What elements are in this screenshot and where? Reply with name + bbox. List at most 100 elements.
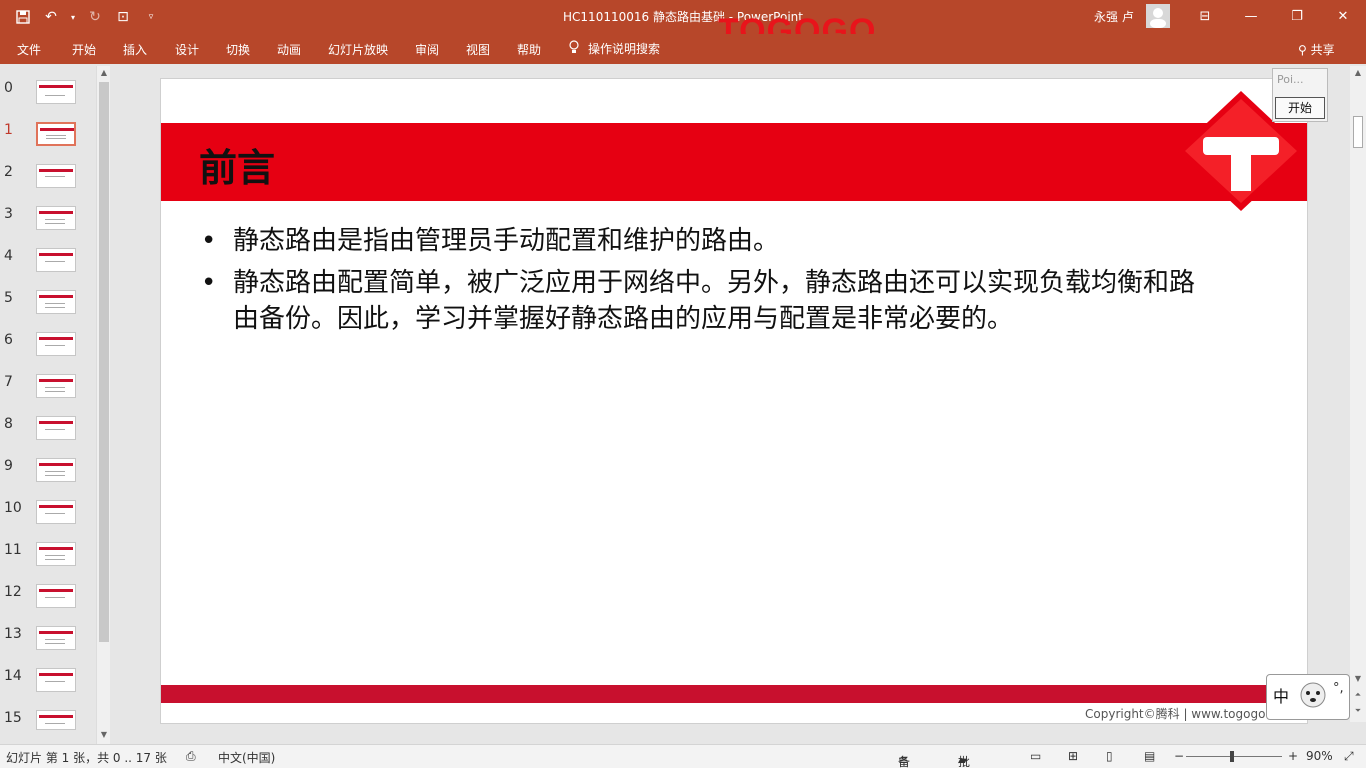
thumbnail-9[interactable]: 9 [0, 458, 96, 500]
ime-status-widget[interactable]: 中 °, [1266, 674, 1350, 720]
ribbon-display-options-icon[interactable]: ⊟ [1182, 0, 1228, 32]
next-slide-icon[interactable]: ⏷ [1351, 704, 1365, 718]
tab-view[interactable]: 视图 [466, 41, 490, 58]
scroll-thumb[interactable] [1353, 116, 1363, 148]
user-name[interactable]: 永强 卢 [1094, 8, 1134, 25]
person-icon: ⚲ [1298, 43, 1307, 57]
redo-icon[interactable]: ↻ [84, 6, 106, 28]
thumbnail-image[interactable] [36, 584, 76, 608]
tab-animations[interactable]: 动画 [277, 41, 301, 58]
start-button[interactable]: 开始 [1275, 97, 1325, 119]
tab-help[interactable]: 帮助 [517, 41, 541, 58]
tab-review[interactable]: 审阅 [415, 41, 439, 58]
reading-view-icon[interactable]: ▯ [1106, 749, 1113, 763]
ime-punctuation[interactable]: °, [1333, 681, 1344, 696]
slide-title[interactable]: 前言 [199, 137, 275, 192]
thumbnail-1[interactable]: 1 [0, 122, 96, 164]
thumbnail-13[interactable]: 13 [0, 626, 96, 668]
thumbnail-11[interactable]: 11 [0, 542, 96, 584]
thumbnail-number: 7 [4, 374, 13, 390]
window-controls: ⊟ — ❐ ✕ [1182, 0, 1366, 32]
scroll-down-icon[interactable]: ▼ [1351, 672, 1365, 686]
tell-me-search[interactable]: 操作说明搜索 [568, 40, 660, 57]
normal-view-icon[interactable]: ▭ [1030, 749, 1041, 763]
thumbnail-image[interactable] [36, 500, 76, 524]
slide-canvas[interactable]: 前言 静态路由是指由管理员手动配置和维护的路由。 静态路由配置简单，被广泛应用于… [160, 78, 1308, 724]
thumbnail-image[interactable] [36, 416, 76, 440]
slideshow-icon[interactable]: ▤ [1144, 749, 1155, 763]
thumbnail-8[interactable]: 8 [0, 416, 96, 458]
thumbnail-6[interactable]: 6 [0, 332, 96, 374]
thumbnail-image[interactable] [36, 290, 76, 314]
save-icon[interactable] [12, 6, 34, 28]
thumbnail-image[interactable] [36, 164, 76, 188]
thumbnail-image[interactable] [36, 80, 76, 104]
thumbnail-3[interactable]: 3 [0, 206, 96, 248]
tab-home[interactable]: 开始 [72, 41, 96, 58]
previous-slide-icon[interactable]: ⏶ [1351, 688, 1365, 702]
thumbnail-2[interactable]: 2 [0, 164, 96, 206]
zoom-out-icon[interactable]: − [1174, 749, 1184, 763]
thumbnail-number: 15 [4, 710, 22, 726]
thumbnail-image[interactable] [36, 458, 76, 482]
present-from-start-icon[interactable]: ⊡ [112, 6, 134, 28]
tab-transitions[interactable]: 切换 [226, 41, 250, 58]
undo-icon[interactable]: ↶ [40, 6, 62, 28]
notes-label: 备注 [898, 755, 911, 768]
popup-field[interactable]: Poi... [1277, 73, 1304, 86]
thumbnail-10[interactable]: 10 [0, 500, 96, 542]
scroll-up-icon[interactable]: ▲ [1351, 66, 1365, 80]
thumbnail-image[interactable] [36, 710, 76, 730]
thumbnail-image[interactable] [36, 626, 76, 650]
bullet-item: 静态路由配置简单，被广泛应用于网络中。另外，静态路由还可以实现负载均衡和路由备份… [201, 265, 1211, 337]
thumbnail-0[interactable]: 0 [0, 80, 96, 122]
zoom-slider[interactable] [1186, 756, 1282, 757]
thumbnail-number: 2 [4, 164, 13, 180]
avatar[interactable] [1146, 4, 1170, 28]
tab-file[interactable]: 文件 [17, 41, 41, 58]
minimize-icon[interactable]: — [1228, 0, 1274, 32]
zoom-level[interactable]: 90% [1306, 749, 1333, 763]
scroll-down-icon[interactable]: ▼ [97, 728, 111, 742]
thumbnail-image[interactable] [36, 248, 76, 272]
language-indicator[interactable]: 中文(中国) [218, 749, 275, 766]
thumbnail-scrollbar[interactable]: ▲ ▼ [96, 66, 110, 744]
footer-band [161, 685, 1307, 703]
thumbnail-number: 11 [4, 542, 22, 558]
scroll-up-icon[interactable]: ▲ [97, 66, 111, 80]
thumbnail-image[interactable] [36, 374, 76, 398]
zoom-slider-handle[interactable] [1230, 751, 1234, 762]
thumbnail-number: 4 [4, 248, 13, 264]
zoom-in-icon[interactable]: + [1288, 749, 1298, 763]
fit-to-window-icon[interactable]: ⤢ [1344, 749, 1354, 764]
share-button[interactable]: ⚲ 共享 [1298, 41, 1335, 58]
ribbon-tabs: 文件 开始 插入 设计 切换 动画 幻灯片放映 审阅 视图 帮助 操作说明搜索 … [0, 34, 1366, 64]
slide-sorter-icon[interactable]: ⊞ [1068, 749, 1078, 763]
thumbnail-4[interactable]: 4 [0, 248, 96, 290]
bullet-list[interactable]: 静态路由是指由管理员手动配置和维护的路由。 静态路由配置简单，被广泛应用于网络中… [201, 223, 1211, 343]
slide-counter: 幻灯片 第 1 张，共 0 .. 17 张 [6, 751, 167, 765]
tab-insert[interactable]: 插入 [123, 41, 147, 58]
thumbnail-image-selected[interactable] [36, 122, 76, 146]
ime-mode[interactable]: 中 [1273, 683, 1289, 707]
thumbnail-image[interactable] [36, 668, 76, 692]
thumbnail-12[interactable]: 12 [0, 584, 96, 626]
customize-toolbar-icon[interactable]: ▿ [140, 6, 162, 28]
spellcheck-icon[interactable]: ⎙ [186, 749, 196, 764]
thumbnail-5[interactable]: 5 [0, 290, 96, 332]
thumbnail-14[interactable]: 14 [0, 668, 96, 710]
slide-scrollbar[interactable]: ▲ ▼ ⏶ ⏷ [1350, 66, 1366, 722]
close-icon[interactable]: ✕ [1320, 0, 1366, 32]
floating-tool-window: Poi... 开始 [1272, 68, 1328, 122]
thumbnail-image[interactable] [36, 206, 76, 230]
thumbnail-number: 6 [4, 332, 13, 348]
scroll-thumb[interactable] [99, 82, 109, 642]
tab-slide-show[interactable]: 幻灯片放映 [328, 41, 388, 58]
tab-design[interactable]: 设计 [175, 41, 199, 58]
thumbnail-number: 5 [4, 290, 13, 306]
thumbnail-7[interactable]: 7 [0, 374, 96, 416]
thumbnail-image[interactable] [36, 542, 76, 566]
thumbnail-image[interactable] [36, 332, 76, 356]
restore-icon[interactable]: ❐ [1274, 0, 1320, 32]
undo-dropdown-icon[interactable]: ▾ [68, 6, 78, 28]
